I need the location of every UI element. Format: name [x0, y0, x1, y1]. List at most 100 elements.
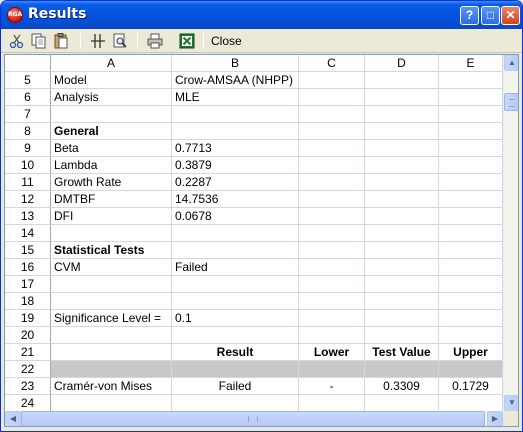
cell-b[interactable] — [172, 123, 299, 140]
cell-b[interactable] — [172, 293, 299, 310]
cell-e[interactable] — [439, 395, 503, 412]
cell-c[interactable] — [299, 225, 365, 242]
paste-icon[interactable] — [52, 32, 70, 50]
cell-e[interactable] — [439, 361, 503, 378]
close-window-button[interactable]: ✕ — [501, 6, 520, 25]
row-header[interactable]: 10 — [5, 157, 51, 174]
row-header[interactable]: 21 — [5, 344, 51, 361]
column-header-b[interactable]: B — [172, 55, 299, 72]
row-header[interactable]: 13 — [5, 208, 51, 225]
cell-c[interactable] — [299, 395, 365, 412]
cell-e[interactable] — [439, 72, 503, 89]
scroll-down-button[interactable]: ▼ — [504, 395, 518, 411]
cell-c[interactable] — [299, 208, 365, 225]
title-bar[interactable]: RGA Results ? □ ✕ — [1, 1, 522, 29]
copy-icon[interactable] — [30, 32, 48, 50]
row-header[interactable]: 24 — [5, 395, 51, 412]
cell-b[interactable]: 0.3879 — [172, 157, 299, 174]
print-preview-icon[interactable] — [111, 32, 129, 50]
row-header[interactable]: 16 — [5, 259, 51, 276]
cell-d[interactable] — [365, 327, 439, 344]
cell-e[interactable] — [439, 191, 503, 208]
cell-c[interactable] — [299, 259, 365, 276]
cell-e[interactable]: 0.1729 — [439, 378, 503, 395]
cell-e[interactable] — [439, 123, 503, 140]
cell-a[interactable]: Cramér-von Mises — [51, 378, 172, 395]
cell-e[interactable]: Upper — [439, 344, 503, 361]
row-header[interactable]: 9 — [5, 140, 51, 157]
scroll-up-button[interactable]: ▲ — [504, 55, 518, 71]
row-header[interactable]: 19 — [5, 310, 51, 327]
cell-a[interactable]: Lambda — [51, 157, 172, 174]
row-header[interactable]: 7 — [5, 106, 51, 123]
cell-d[interactable] — [365, 191, 439, 208]
cell-c[interactable] — [299, 140, 365, 157]
cell-d[interactable]: 0.3309 — [365, 378, 439, 395]
cell-d[interactable] — [365, 106, 439, 123]
cell-d[interactable] — [365, 361, 439, 378]
cell-b[interactable]: Result — [172, 344, 299, 361]
cell-d[interactable] — [365, 208, 439, 225]
cell-c[interactable] — [299, 89, 365, 106]
cell-e[interactable] — [439, 293, 503, 310]
cell-e[interactable] — [439, 276, 503, 293]
cell-b[interactable]: Failed — [172, 378, 299, 395]
cell-e[interactable] — [439, 327, 503, 344]
close-button[interactable]: Close — [209, 33, 244, 49]
cell-d[interactable] — [365, 259, 439, 276]
cell-c[interactable] — [299, 72, 365, 89]
cell-b[interactable]: Failed — [172, 259, 299, 276]
cell-d[interactable] — [365, 72, 439, 89]
cell-d[interactable] — [365, 140, 439, 157]
cell-c[interactable] — [299, 310, 365, 327]
help-button[interactable]: ? — [460, 6, 479, 25]
horizontal-scrollbar[interactable]: ◀ ▶ — [5, 411, 503, 426]
cell-b[interactable] — [172, 361, 299, 378]
cell-b[interactable] — [172, 395, 299, 412]
column-header-c[interactable]: C — [299, 55, 365, 72]
cell-c[interactable] — [299, 361, 365, 378]
cell-e[interactable] — [439, 310, 503, 327]
cell-b[interactable] — [172, 225, 299, 242]
cell-e[interactable] — [439, 208, 503, 225]
cell-a[interactable]: General — [51, 123, 172, 140]
cell-b[interactable]: MLE — [172, 89, 299, 106]
cell-a[interactable] — [51, 327, 172, 344]
cell-a[interactable]: DFI — [51, 208, 172, 225]
cell-b[interactable]: 14.7536 — [172, 191, 299, 208]
row-header[interactable]: 18 — [5, 293, 51, 310]
row-header[interactable]: 5 — [5, 72, 51, 89]
scroll-left-button[interactable]: ◀ — [5, 411, 21, 426]
cell-a[interactable] — [51, 344, 172, 361]
row-header[interactable]: 20 — [5, 327, 51, 344]
maximize-button[interactable]: □ — [481, 6, 500, 25]
cell-d[interactable] — [365, 225, 439, 242]
cell-b[interactable]: 0.2287 — [172, 174, 299, 191]
row-header[interactable]: 17 — [5, 276, 51, 293]
cell-a[interactable] — [51, 395, 172, 412]
cell-a[interactable] — [51, 276, 172, 293]
cut-icon[interactable] — [8, 32, 26, 50]
cell-b[interactable]: 0.7713 — [172, 140, 299, 157]
cell-a[interactable]: Growth Rate — [51, 174, 172, 191]
row-header[interactable]: 23 — [5, 378, 51, 395]
cell-b[interactable]: 0.0678 — [172, 208, 299, 225]
print-icon[interactable] — [146, 32, 164, 50]
cell-d[interactable]: Test Value — [365, 344, 439, 361]
row-header[interactable]: 22 — [5, 361, 51, 378]
cell-a[interactable]: CVM — [51, 259, 172, 276]
cell-e[interactable] — [439, 174, 503, 191]
cell-b[interactable]: Crow-AMSAA (NHPP) — [172, 72, 299, 89]
cell-b[interactable] — [172, 106, 299, 123]
row-header[interactable]: 8 — [5, 123, 51, 140]
row-header[interactable]: 14 — [5, 225, 51, 242]
cell-b[interactable] — [172, 276, 299, 293]
cell-a[interactable] — [51, 106, 172, 123]
cell-b[interactable]: 0.1 — [172, 310, 299, 327]
vertical-scrollbar[interactable]: ▲ ▼ — [503, 55, 518, 411]
cell-d[interactable] — [365, 310, 439, 327]
cell-a[interactable]: DMTBF — [51, 191, 172, 208]
cell-d[interactable] — [365, 157, 439, 174]
freeze-panes-icon[interactable] — [89, 32, 107, 50]
cell-d[interactable] — [365, 395, 439, 412]
